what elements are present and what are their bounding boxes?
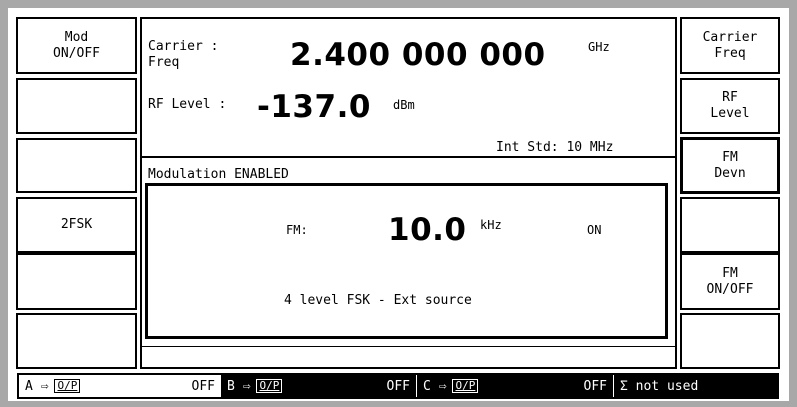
rf-level-unit: dBm bbox=[393, 98, 415, 112]
softkey-label: RF bbox=[722, 90, 738, 105]
softkey-fm-onoff[interactable]: FM ON/OFF bbox=[680, 253, 780, 310]
output-c-op: O/P bbox=[452, 379, 479, 393]
carrier-frequency-value[interactable]: 2.400 000 000 bbox=[290, 37, 546, 73]
status-output-b: B ⇨ O/P OFF bbox=[221, 375, 416, 397]
softkey-label: FM bbox=[722, 265, 738, 281]
fm-state: ON bbox=[587, 223, 602, 237]
sigma-label: Σ not used bbox=[620, 378, 699, 394]
softkey-left-3[interactable] bbox=[16, 138, 137, 193]
softkey-label: 2FSK bbox=[60, 217, 93, 232]
softkey-2fsk[interactable]: 2FSK bbox=[16, 197, 137, 253]
output-status-bar: A ⇨ O/P OFF B ⇨ O/P OFF C ⇨ O/P OFF Σ no… bbox=[17, 373, 779, 399]
softkey-rf-level[interactable]: RF Level bbox=[680, 78, 780, 134]
output-a-state: OFF bbox=[191, 378, 215, 394]
output-b-label: B ⇨ bbox=[227, 378, 251, 394]
int-std-readout: Int Std: 10 MHz bbox=[496, 140, 614, 155]
modulation-status: Modulation ENABLED bbox=[148, 167, 289, 182]
fm-panel: FM: 10.0 kHz ON 4 level FSK - Ext source bbox=[145, 183, 668, 339]
status-output-c: C ⇨ O/P OFF bbox=[416, 375, 613, 397]
softkey-label: Mod bbox=[64, 29, 89, 45]
softkey-label: Freq bbox=[714, 45, 746, 61]
main-display: Carrier : Freq 2.400 000 000 GHz RF Leve… bbox=[140, 17, 677, 369]
softkey-carrier-freq[interactable]: Carrier Freq bbox=[680, 17, 780, 74]
softkey-fm-devn[interactable]: FM Devn bbox=[680, 137, 780, 194]
rf-level-label: RF Level : bbox=[148, 97, 227, 112]
rf-level-value[interactable]: -137.0 bbox=[257, 89, 371, 125]
output-a-label: A ⇨ bbox=[25, 378, 49, 394]
fm-label: FM: bbox=[286, 223, 308, 237]
softkey-label: Carrier bbox=[702, 29, 758, 45]
softkey-left-6[interactable] bbox=[16, 313, 137, 369]
divider bbox=[142, 156, 675, 158]
softkey-label: ON/OFF bbox=[706, 281, 754, 297]
output-b-op: O/P bbox=[256, 379, 283, 393]
output-a-op: O/P bbox=[54, 379, 81, 393]
softkey-label: Devn bbox=[714, 165, 746, 181]
status-sigma: Σ not used bbox=[613, 375, 777, 397]
source-note: 4 level FSK - Ext source bbox=[284, 293, 472, 308]
carrier-label-line2: Freq bbox=[148, 55, 180, 70]
softkey-mod-onoff[interactable]: Mod ON/OFF bbox=[16, 17, 137, 74]
carrier-label-line1: Carrier : bbox=[148, 39, 219, 54]
carrier-unit: GHz bbox=[588, 40, 610, 54]
status-output-a: A ⇨ O/P OFF bbox=[19, 375, 221, 397]
fm-deviation-value[interactable]: 10.0 bbox=[388, 212, 467, 248]
softkey-right-4[interactable] bbox=[680, 197, 780, 253]
softkey-label: FM bbox=[722, 149, 738, 165]
output-b-state: OFF bbox=[386, 378, 410, 394]
softkey-left-5[interactable] bbox=[16, 253, 137, 310]
divider bbox=[142, 346, 675, 347]
softkey-label: Level bbox=[710, 106, 750, 121]
output-c-state: OFF bbox=[583, 378, 607, 394]
softkey-left-2[interactable] bbox=[16, 78, 137, 134]
fm-unit: kHz bbox=[480, 218, 502, 232]
softkey-label: ON/OFF bbox=[53, 45, 100, 61]
output-c-label: C ⇨ bbox=[423, 378, 447, 394]
softkey-right-6[interactable] bbox=[680, 313, 780, 369]
